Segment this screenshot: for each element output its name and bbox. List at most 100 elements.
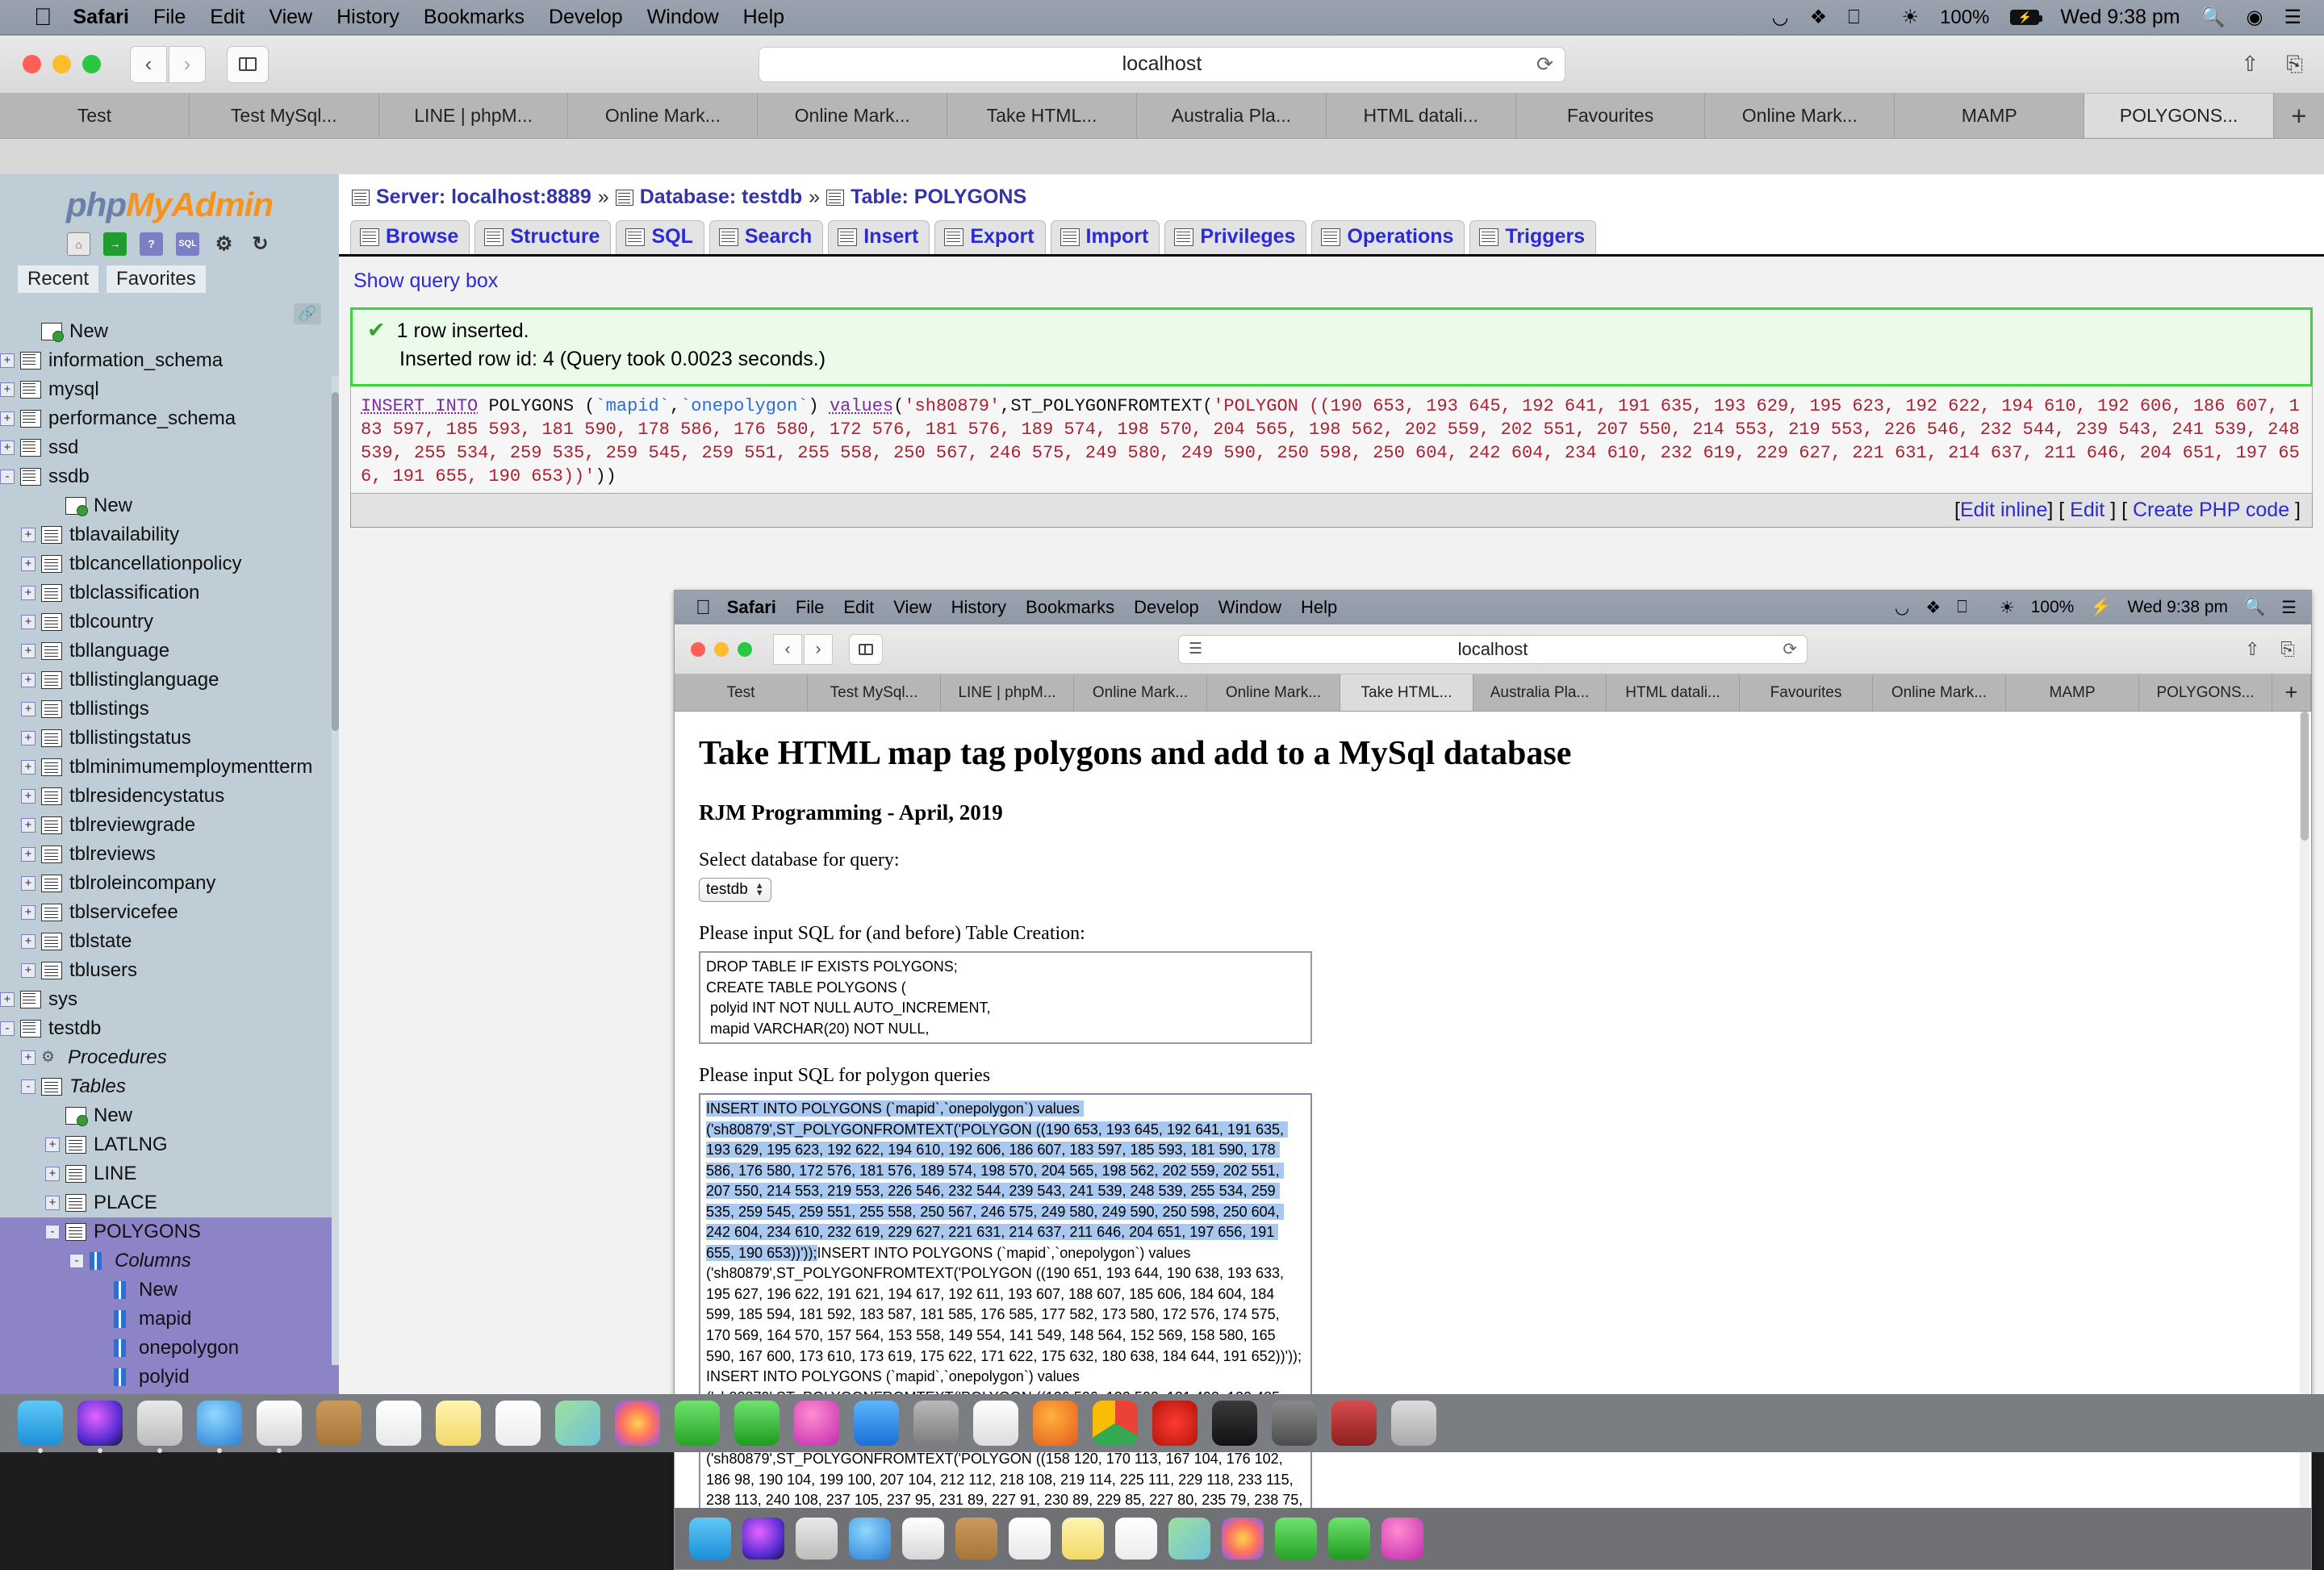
tree-item-new[interactable]: New — [0, 1101, 339, 1130]
expand-toggle-icon[interactable]: + — [21, 847, 36, 862]
create-php-code-link[interactable]: Create PHP code — [2133, 499, 2289, 521]
breadcrumb-server[interactable]: Server: localhost:8889 — [376, 186, 591, 209]
home-icon[interactable]: ⌂ — [67, 232, 90, 256]
expand-toggle-icon[interactable]: + — [45, 1196, 60, 1210]
show-query-box-link[interactable]: Show query box — [339, 257, 2324, 301]
pma-tab-insert[interactable]: Insert — [828, 220, 930, 254]
dock-calendar-icon[interactable] — [376, 1401, 421, 1446]
expand-toggle-icon[interactable]: + — [21, 789, 36, 804]
tree-item-new[interactable]: New — [0, 317, 339, 346]
apple-icon[interactable]:  — [34, 6, 52, 30]
tree-item-information-schema[interactable]: + information_schema — [0, 346, 339, 375]
expand-toggle-icon[interactable]: + — [21, 731, 36, 745]
dock-mamp-icon[interactable] — [1272, 1401, 1317, 1446]
dock-photos-icon[interactable] — [615, 1401, 660, 1446]
new-tab-button[interactable]: + — [2274, 94, 2324, 138]
tree-item-tbllistinglanguage[interactable]: + tbllistinglanguage — [0, 666, 339, 695]
pma-tab-operations[interactable]: Operations — [1311, 220, 1465, 254]
refresh-icon[interactable]: ↻ — [249, 232, 272, 256]
expand-toggle-icon[interactable]: + — [21, 963, 36, 978]
expand-toggle-icon[interactable]: + — [0, 353, 15, 368]
executed-sql-code[interactable]: INSERT INTO POLYGONS (`mapid`,`onepolygo… — [361, 395, 2302, 488]
sidebar-tab-favorites[interactable]: Favorites — [107, 265, 206, 293]
pma-tab-browse[interactable]: Browse — [350, 220, 470, 254]
dock-opera-icon[interactable] — [1152, 1401, 1198, 1446]
sidebar-tab-recent[interactable]: Recent — [18, 265, 98, 293]
minimize-window-button[interactable] — [52, 55, 71, 73]
sql-query-icon[interactable]: SQL — [176, 232, 199, 256]
tree-item-tblreviews[interactable]: + tblreviews — [0, 840, 339, 869]
tab-overview-icon[interactable]: ⎘ — [2286, 52, 2303, 77]
tree-item-mysql[interactable]: + mysql — [0, 375, 339, 404]
expand-toggle-icon[interactable]: + — [45, 1138, 60, 1152]
tree-item-tblclassification[interactable]: + tblclassification — [0, 578, 339, 608]
tab-online-mark-1[interactable]: Online Mark... — [568, 94, 758, 138]
menu-clock[interactable]: Wed 9:38 pm — [2060, 7, 2180, 27]
collapse-toggle-icon[interactable]: - — [0, 1021, 15, 1036]
dock-appstore-icon[interactable] — [854, 1401, 899, 1446]
expand-toggle-icon[interactable]: + — [21, 760, 36, 775]
edit-inline-link[interactable]: Edit inline — [1960, 499, 2047, 521]
tab-polygons[interactable]: POLYGONS... — [2084, 94, 2274, 138]
menu-item-view[interactable]: View — [269, 6, 312, 29]
tab-test[interactable]: Test — [0, 94, 190, 138]
pma-tab-export[interactable]: Export — [934, 220, 1045, 254]
sidebar-scrollbar-thumb[interactable] — [332, 392, 339, 731]
sidebar-toggle-icon[interactable] — [227, 46, 269, 83]
tree-item-tblusers[interactable]: + tblusers — [0, 956, 339, 985]
settings-gear-icon[interactable]: ⚙ — [212, 232, 236, 256]
tree-item-line[interactable]: + LINE — [0, 1159, 339, 1188]
tree-item-tblroleincompany[interactable]: + tblroleincompany — [0, 869, 339, 898]
tab-online-mark-3[interactable]: Online Mark... — [1705, 94, 1895, 138]
pma-tab-triggers[interactable]: Triggers — [1469, 220, 1596, 254]
dock-textedit-icon[interactable] — [973, 1401, 1018, 1446]
phpmyadmin-logo[interactable]: phpMyAdmin — [0, 174, 339, 228]
share-icon[interactable]: ⇧ — [2241, 52, 2259, 77]
malwarebytes-icon[interactable]: ◡ — [1772, 8, 1789, 27]
dock-finder-icon[interactable] — [18, 1401, 63, 1446]
expand-toggle-icon[interactable]: + — [21, 586, 36, 600]
tree-item-tables[interactable]: - Tables — [0, 1072, 339, 1101]
menu-item-file[interactable]: File — [153, 6, 186, 29]
edit-link[interactable]: Edit — [2070, 499, 2105, 521]
tree-item-tblavailability[interactable]: + tblavailability — [0, 520, 339, 549]
breadcrumb-table[interactable]: Table: POLYGONS — [851, 186, 1026, 209]
collapse-toggle-icon[interactable]: - — [21, 1079, 36, 1094]
tree-item-new[interactable]: New — [0, 491, 339, 520]
back-chevron-icon[interactable]: ‹ — [130, 46, 167, 83]
dock-firefox-icon[interactable] — [1033, 1401, 1078, 1446]
tree-item-tblservicefee[interactable]: + tblservicefee — [0, 898, 339, 927]
dock-systempreferences-icon[interactable] — [913, 1401, 959, 1446]
tree-item-tbllistings[interactable]: + tbllistings — [0, 695, 339, 724]
close-window-button[interactable] — [23, 55, 41, 73]
tree-item-polygons[interactable]: - POLYGONS — [0, 1217, 339, 1246]
breadcrumb-database[interactable]: Database: testdb — [640, 186, 802, 209]
tree-item-tblreviewgrade[interactable]: + tblreviewgrade — [0, 811, 339, 840]
airplay-icon[interactable]: ⎕ — [1848, 8, 1859, 27]
tree-item-procedures[interactable]: + ⚙ Procedures — [0, 1043, 339, 1072]
tree-item-performance-schema[interactable]: + performance_schema — [0, 404, 339, 433]
tree-item-new[interactable]: New — [0, 1276, 339, 1305]
tree-item-mapid[interactable]: mapid — [0, 1305, 339, 1334]
expand-toggle-icon[interactable]: + — [0, 441, 15, 455]
tab-test-mysql[interactable]: Test MySql... — [190, 94, 379, 138]
menu-item-edit[interactable]: Edit — [210, 6, 245, 29]
menu-item-safari[interactable]: Safari — [73, 6, 129, 29]
tree-item-latlng[interactable]: + LATLNG — [0, 1130, 339, 1159]
tree-item-place[interactable]: + PLACE — [0, 1188, 339, 1217]
exit-icon[interactable]: → — [103, 232, 127, 256]
collapse-toggle-icon[interactable]: - — [45, 1225, 60, 1239]
menu-item-develop[interactable]: Develop — [549, 6, 623, 29]
wifi-icon[interactable]: ☀ — [1902, 8, 1920, 27]
expand-toggle-icon[interactable]: + — [21, 644, 36, 658]
forward-chevron-icon[interactable]: › — [169, 46, 206, 83]
tab-take-html[interactable]: Take HTML... — [947, 94, 1137, 138]
dock-trash-icon[interactable] — [1391, 1401, 1436, 1446]
expand-toggle-icon[interactable]: + — [21, 702, 36, 716]
menu-item-history[interactable]: History — [336, 6, 399, 29]
expand-toggle-icon[interactable]: + — [21, 528, 36, 542]
pma-tab-import[interactable]: Import — [1051, 220, 1160, 254]
dock-maps-icon[interactable] — [555, 1401, 600, 1446]
expand-toggle-icon[interactable]: + — [21, 818, 36, 833]
expand-toggle-icon[interactable]: + — [21, 557, 36, 571]
